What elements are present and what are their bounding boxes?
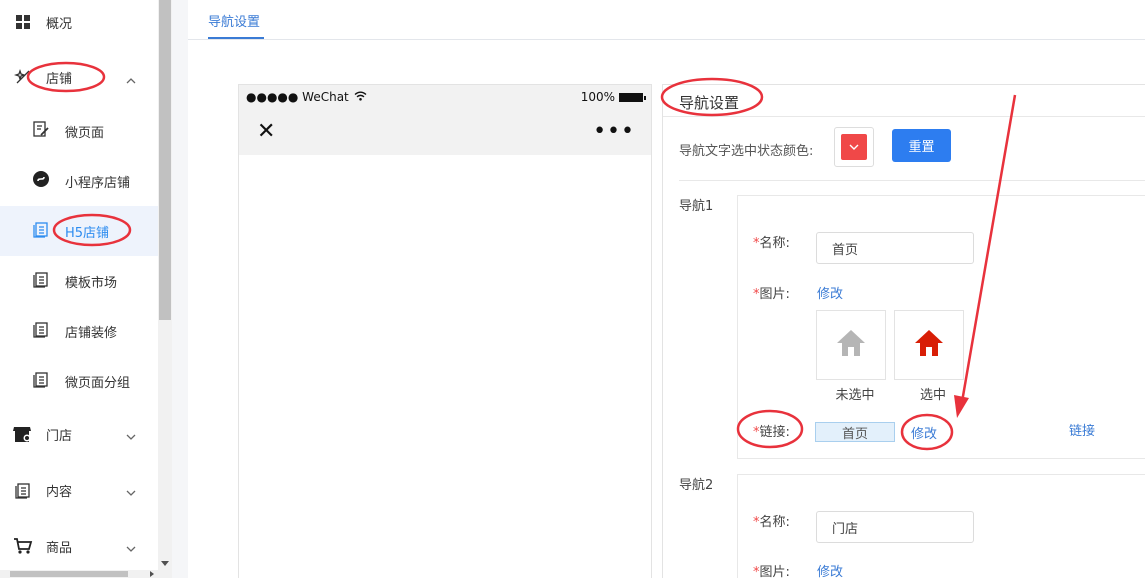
store-gear-icon (13, 424, 33, 444)
status-battery: 100% (580, 90, 646, 104)
link-label-text: 链接: (759, 425, 790, 440)
sidebar-item-goods[interactable]: 商品 (0, 534, 158, 558)
carrier-text: ●●●●● WeChat (246, 90, 349, 104)
image-label-text: 图片: (759, 565, 790, 578)
name-label-text: 名称: (759, 236, 790, 251)
name-field-label: *名称: (753, 515, 790, 530)
content-icon (13, 480, 33, 500)
tab-active-indicator (208, 37, 264, 39)
nav-2-card: *名称: 门店 *图片: 修改 (737, 474, 1145, 578)
unselected-image-card[interactable] (816, 310, 886, 380)
scroll-down-arrow-icon[interactable] (161, 561, 169, 566)
more-icon[interactable]: ••• (593, 121, 635, 143)
nav-1-name-input[interactable]: 首页 (816, 232, 974, 264)
sidebar-subitem-label: 模板市场 (65, 275, 118, 291)
grid-icon (13, 12, 33, 32)
content-gutter (172, 0, 188, 578)
sidebar-item-label: 内容 (46, 484, 73, 500)
color-swatch (841, 134, 867, 160)
selected-image-card[interactable] (894, 310, 964, 380)
sidebar-item-label: 概况 (46, 16, 73, 32)
navigation-settings-panel: 导航设置 导航文字选中状态颜色: 重置 导航1 *名称: 首页 *图片: 修改 … (662, 84, 1145, 578)
nav-1-link-text[interactable]: 链接 (1069, 420, 1095, 439)
home-icon (836, 329, 866, 361)
phone-header: ●●●●● WeChat 100% ✕ ••• (239, 85, 651, 155)
edit-page-icon (32, 120, 50, 142)
chevron-down-icon (126, 542, 136, 557)
sidebar-item-label: 商品 (46, 540, 73, 556)
nav-1-link-edit-link[interactable]: 修改 (911, 423, 937, 442)
link-field-label: *链接: (753, 425, 790, 440)
selected-color-label: 导航文字选中状态颜色: (679, 144, 814, 159)
image-field-label: *图片: (753, 565, 790, 578)
scroll-right-arrow-icon[interactable] (150, 571, 154, 577)
sidebar-subitem-label: 微页面 (65, 125, 105, 141)
phone-preview: ●●●●● WeChat 100% ✕ ••• (238, 84, 652, 578)
cart-icon (13, 536, 33, 556)
sidebar-subitem-label: 店铺装修 (65, 325, 118, 341)
divider (663, 116, 1145, 117)
pages-icon (32, 320, 50, 342)
home-icon (914, 329, 944, 361)
name-label-text: 名称: (759, 515, 790, 530)
battery-icon (619, 92, 646, 102)
sidebar-subitem-micro-page-group[interactable]: 微页面分组 (0, 356, 158, 406)
sidebar-subitem-shop-decoration[interactable]: 店铺装修 (0, 306, 158, 356)
tab-navigation-settings[interactable]: 导航设置 (208, 11, 260, 30)
close-icon[interactable]: ✕ (257, 121, 275, 143)
chevron-down-icon (126, 486, 136, 501)
sidebar-subitem-miniprogram-shop[interactable]: 小程序店铺 (0, 156, 158, 206)
selected-caption: 选中 (919, 388, 946, 403)
tab-bar: 导航设置 (188, 0, 1145, 40)
color-picker[interactable] (834, 127, 874, 167)
nav-1-link-tag: 首页 (815, 422, 895, 442)
panel-title: 导航设置 (679, 94, 740, 112)
miniprogram-icon (32, 170, 50, 192)
chevron-up-icon (126, 73, 136, 88)
sidebar-item-content[interactable]: 内容 (0, 478, 158, 502)
status-carrier: ●●●●● WeChat (246, 90, 367, 104)
nav-1-image-edit-link[interactable]: 修改 (817, 283, 843, 302)
chevron-down-icon (849, 140, 859, 155)
nav-1-card: *名称: 首页 *图片: 修改 未选中 选中 *链接: 首页 修改 链接 (737, 195, 1145, 459)
image-label-text: 图片: (759, 287, 790, 302)
sidebar-subitem-template-market[interactable]: 模板市场 (0, 256, 158, 306)
unselected-caption: 未选中 (835, 388, 875, 403)
pages-icon (32, 220, 50, 242)
sidebar-item-label: 门店 (46, 428, 73, 444)
pages-icon (32, 270, 50, 292)
shop-spark-icon (13, 67, 33, 87)
nav-2-name-input[interactable]: 门店 (816, 511, 974, 543)
scrollbar-thumb[interactable] (10, 571, 128, 577)
nav-1-label: 导航1 (679, 199, 714, 214)
sidebar-subitem-label: H5店铺 (65, 225, 110, 241)
scrollbar-thumb[interactable] (159, 0, 171, 320)
pages-icon (32, 370, 50, 392)
sidebar-horizontal-scrollbar[interactable] (0, 570, 158, 578)
battery-percent: 100% (580, 90, 615, 104)
divider (679, 180, 1145, 181)
sidebar-subitem-label: 微页面分组 (65, 375, 131, 391)
sidebar-item-store[interactable]: 门店 (0, 422, 158, 446)
nav-2-image-edit-link[interactable]: 修改 (817, 561, 843, 578)
name-field-label: *名称: (753, 236, 790, 251)
image-field-label: *图片: (753, 287, 790, 302)
nav-2-label: 导航2 (679, 478, 714, 493)
sidebar-item-shop[interactable]: 店铺 (0, 65, 158, 89)
sidebar-vertical-scrollbar[interactable] (158, 0, 172, 578)
chevron-down-icon (126, 430, 136, 445)
sidebar-item-label: 店铺 (46, 71, 73, 87)
sidebar-subitem-label: 小程序店铺 (65, 175, 131, 191)
sidebar: 概况 店铺 微页面 小程序店铺 H5店铺 模板市场 店铺装修 微页面分组 门店 … (0, 0, 158, 578)
wifi-icon (354, 90, 367, 104)
reset-button[interactable]: 重置 (892, 129, 951, 162)
sidebar-subitem-h5-shop[interactable]: H5店铺 (0, 206, 158, 256)
sidebar-item-overview[interactable]: 概况 (0, 10, 158, 34)
sidebar-subitem-micro-page[interactable]: 微页面 (0, 106, 158, 156)
